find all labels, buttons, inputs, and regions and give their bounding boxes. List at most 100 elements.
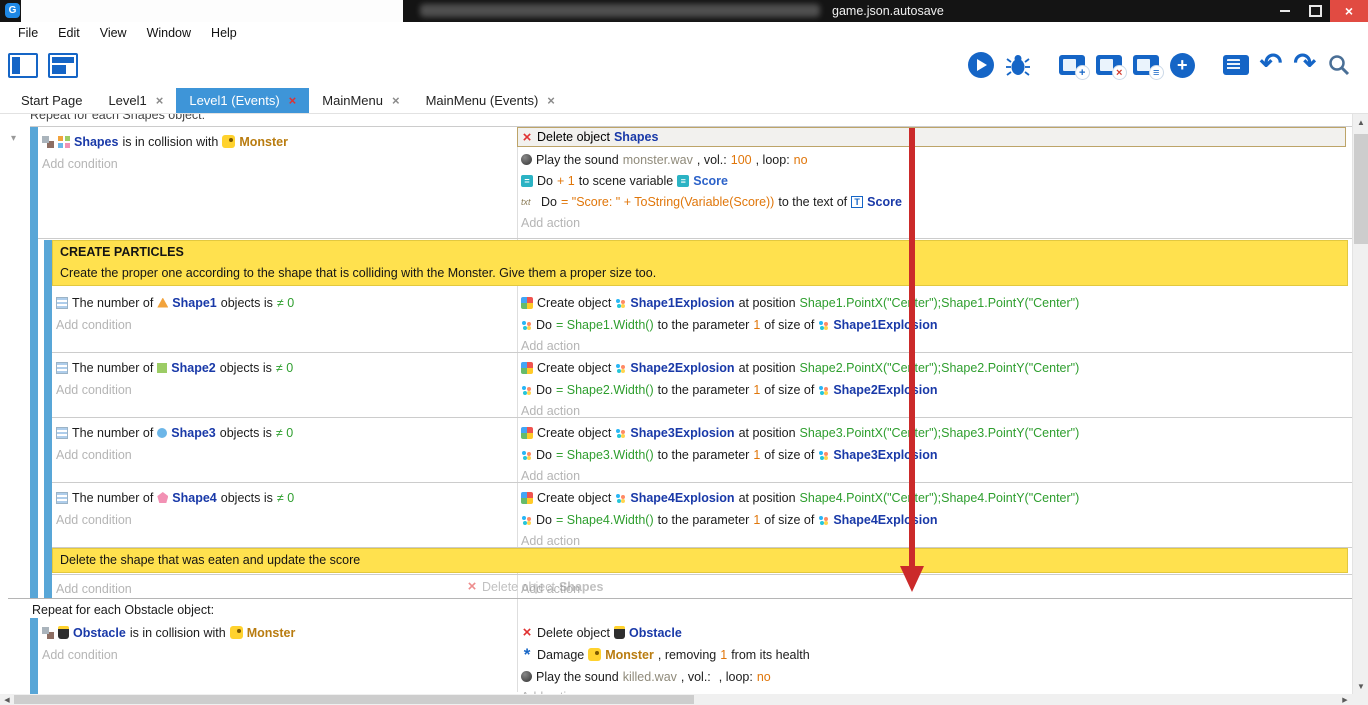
debug-bug-icon[interactable] xyxy=(1005,52,1031,78)
action-text: from its health xyxy=(731,648,810,662)
sound-icon xyxy=(521,154,532,165)
scene-add-icon[interactable]: + xyxy=(1059,55,1085,75)
action-row[interactable]: Create object Shape2Explosion at positio… xyxy=(521,357,1079,378)
delete-icon: × xyxy=(466,580,478,593)
scroll-down-arrow[interactable]: ▼ xyxy=(1353,678,1368,694)
object-name: Shape1 xyxy=(172,296,216,310)
menu-help[interactable]: Help xyxy=(201,22,247,44)
add-action-link[interactable]: Add action xyxy=(521,465,580,486)
action-text: Create object xyxy=(537,296,611,310)
expression: Shape3.PointX("Center");Shape3.PointY("C… xyxy=(800,426,1080,440)
action-row[interactable]: = Do + 1 to scene variable ≡ Score xyxy=(521,170,728,191)
close-button[interactable]: × xyxy=(1330,0,1368,22)
explosion-object-icon xyxy=(521,384,532,395)
explosion-object-icon xyxy=(521,514,532,525)
play-button[interactable] xyxy=(968,52,994,78)
tab-close-icon[interactable]: × xyxy=(289,93,297,108)
object-name: Shape4Explosion xyxy=(833,513,937,527)
projects-panel-icon[interactable] xyxy=(8,53,38,78)
action-row[interactable]: txt Do = "Score: " + ToString(Variable(S… xyxy=(521,191,902,212)
scene-delete-icon[interactable]: × xyxy=(1096,55,1122,75)
menu-file[interactable]: File xyxy=(8,22,48,44)
repeat-event-header-clipped[interactable]: Repeat for each Shapes object: xyxy=(30,114,205,122)
action-row[interactable]: Play the sound killed.wav , vol.: , loop… xyxy=(521,666,771,687)
tab-close-icon[interactable]: × xyxy=(392,93,400,108)
object-name: Shapes xyxy=(559,580,603,594)
action-row[interactable]: Do = Shape3.Width() to the parameter 1 o… xyxy=(521,444,938,465)
expression: = "Score: " + ToString(Variable(Score)) xyxy=(561,195,774,209)
comparison: ≠ 0 xyxy=(277,296,294,310)
add-condition-link[interactable]: Add condition xyxy=(56,578,132,599)
action-row[interactable]: Create object Shape3Explosion at positio… xyxy=(521,422,1079,443)
condition-row[interactable]: The number of Shape1 objects is ≠ 0 xyxy=(56,292,294,313)
add-circle-icon[interactable]: + xyxy=(1170,53,1195,78)
vertical-scroll-thumb[interactable] xyxy=(1354,134,1368,244)
object-count-icon xyxy=(56,297,68,309)
scroll-up-arrow[interactable]: ▲ xyxy=(1353,114,1368,130)
action-row[interactable]: × Delete object Obstacle xyxy=(521,622,682,643)
comment-block[interactable]: Delete the shape that was eaten and upda… xyxy=(52,548,1348,573)
add-condition-link[interactable]: Add condition xyxy=(42,644,118,665)
condition-row[interactable]: Obstacle is in collision with Monster xyxy=(42,622,295,643)
repeat-event-header[interactable]: Repeat for each Obstacle object: xyxy=(32,603,214,617)
comment-block[interactable]: CREATE PARTICLES Create the proper one a… xyxy=(52,240,1348,286)
menu-window[interactable]: Window xyxy=(137,22,201,44)
maximize-button[interactable] xyxy=(1300,0,1330,22)
add-action-link[interactable]: Add action xyxy=(521,686,580,694)
tab-level1[interactable]: Level1 × xyxy=(95,88,176,113)
add-action-link[interactable]: Add action xyxy=(521,335,580,356)
undo-icon[interactable]: ↶ xyxy=(1260,51,1283,75)
scroll-right-arrow[interactable]: ▶ xyxy=(1338,694,1352,705)
add-condition-link[interactable]: Add condition xyxy=(56,444,132,465)
action-row[interactable]: Do = Shape2.Width() to the parameter 1 o… xyxy=(521,379,938,400)
add-action-link[interactable]: Add action xyxy=(521,400,580,421)
search-icon[interactable] xyxy=(1327,53,1352,78)
action-row[interactable]: Do = Shape4.Width() to the parameter 1 o… xyxy=(521,509,938,530)
object-name: Shape2Explosion xyxy=(630,361,734,375)
condition-text: The number of xyxy=(72,491,153,505)
redo-icon[interactable]: ↷ xyxy=(1293,51,1316,75)
tab-mainmenu-events[interactable]: MainMenu (Events) × xyxy=(413,88,568,113)
selected-action-row[interactable]: × Delete object Shapes xyxy=(517,127,1346,147)
horizontal-scroll-thumb[interactable] xyxy=(14,695,694,704)
action-text: of size of xyxy=(764,513,814,527)
action-row[interactable]: Create object Shape1Explosion at positio… xyxy=(521,292,1079,313)
horizontal-scrollbar[interactable]: ◀ ▶ xyxy=(0,694,1352,705)
chevron-down-icon[interactable]: ▾ xyxy=(11,133,16,144)
shapes-object-icon xyxy=(58,136,70,148)
action-text: of size of xyxy=(764,318,814,332)
action-row[interactable]: Create object Shape4Explosion at positio… xyxy=(521,487,1079,508)
object-name: Obstacle xyxy=(629,626,682,640)
scroll-left-arrow[interactable]: ◀ xyxy=(0,694,14,705)
add-condition-link[interactable]: Add condition xyxy=(42,153,118,174)
objects-panel-icon[interactable] xyxy=(48,53,78,78)
external-events-icon[interactable] xyxy=(1223,55,1249,75)
tab-close-icon[interactable]: × xyxy=(547,93,555,108)
add-action-link[interactable]: Add action xyxy=(521,212,580,233)
add-condition-link[interactable]: Add condition xyxy=(56,314,132,335)
menu-edit[interactable]: Edit xyxy=(48,22,90,44)
action-row[interactable]: Do = Shape1.Width() to the parameter 1 o… xyxy=(521,314,938,335)
condition-row[interactable]: The number of Shape3 objects is ≠ 0 xyxy=(56,422,293,443)
menu-view[interactable]: View xyxy=(90,22,137,44)
tab-mainmenu[interactable]: MainMenu × xyxy=(309,88,412,113)
vertical-scrollbar[interactable]: ▲ ▼ xyxy=(1352,114,1368,694)
action-row[interactable]: Play the sound monster.wav , vol.: 100 ,… xyxy=(521,149,808,170)
action-row[interactable]: * Damage Monster , removing 1 from its h… xyxy=(521,644,810,665)
tab-start-page[interactable]: Start Page xyxy=(8,88,95,113)
condition-row[interactable]: The number of Shape2 objects is ≠ 0 xyxy=(56,357,293,378)
add-condition-link[interactable]: Add condition xyxy=(56,379,132,400)
action-text: of size of xyxy=(764,448,814,462)
variable-name: Score xyxy=(693,174,728,188)
object-count-icon xyxy=(56,362,68,374)
value: 1 xyxy=(720,648,727,662)
minimize-button[interactable] xyxy=(1270,0,1300,22)
add-condition-link[interactable]: Add condition xyxy=(56,509,132,530)
tab-close-icon[interactable]: × xyxy=(156,93,164,108)
action-text: Do xyxy=(536,318,552,332)
condition-row[interactable]: Shapes is in collision with Monster xyxy=(42,131,288,152)
tab-level1-events[interactable]: Level1 (Events) × xyxy=(176,88,309,113)
shape2-icon xyxy=(157,363,167,373)
condition-row[interactable]: The number of Shape4 objects is ≠ 0 xyxy=(56,487,294,508)
scene-properties-icon[interactable]: ≡ xyxy=(1133,55,1159,75)
